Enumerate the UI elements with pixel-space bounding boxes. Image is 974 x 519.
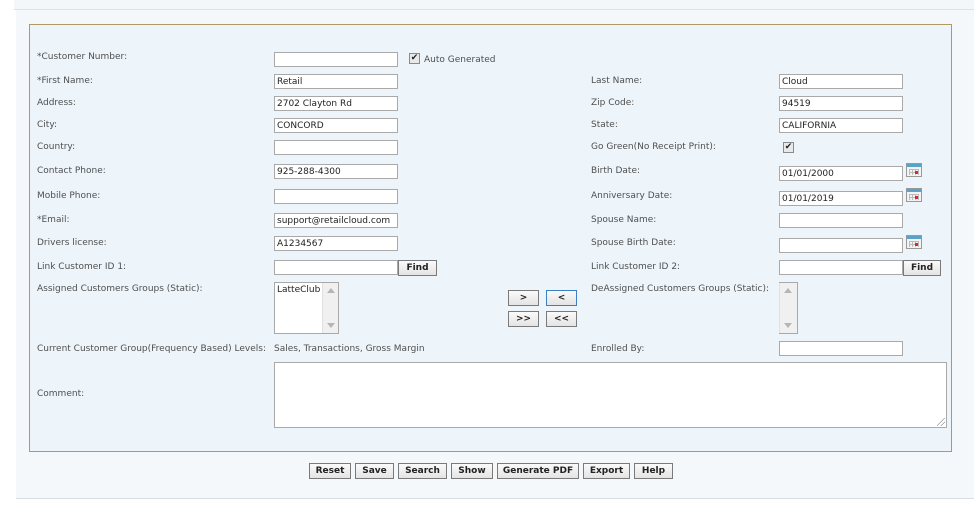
spouse-birth-date-calendar-icon[interactable]: [906, 235, 922, 249]
spouse-birth-date-label: Spouse Birth Date:: [591, 238, 676, 248]
last-name-input[interactable]: Cloud: [779, 74, 903, 89]
comment-textarea[interactable]: [274, 362, 947, 428]
search-button[interactable]: Search: [398, 463, 447, 479]
spouse-name-input[interactable]: [779, 213, 903, 228]
help-button[interactable]: Help: [634, 463, 673, 479]
link-customer-1-input[interactable]: [274, 260, 398, 275]
scroll-up-icon[interactable]: [784, 288, 792, 293]
state-label: State:: [591, 120, 618, 130]
country-label: Country:: [37, 142, 76, 152]
zip-code-label: Zip Code:: [591, 98, 635, 108]
drivers-license-label: Drivers license:: [37, 238, 107, 248]
unassign-one-button[interactable]: <: [546, 290, 577, 306]
assigned-groups-listbox[interactable]: LatteClub: [274, 282, 339, 334]
spouse-birth-date-input[interactable]: [779, 238, 903, 253]
save-button[interactable]: Save: [355, 463, 394, 479]
reset-button[interactable]: Reset: [309, 463, 351, 479]
go-green-checkbox[interactable]: ✔: [783, 142, 794, 153]
city-label: City:: [37, 120, 58, 130]
spouse-name-label: Spouse Name:: [591, 215, 657, 225]
city-input[interactable]: CONCORD: [274, 118, 398, 133]
anniversary-date-input[interactable]: 01/01/2019: [779, 191, 903, 206]
state-input[interactable]: CALIFORNIA: [779, 118, 903, 133]
customer-number-label: *Customer Number:: [37, 52, 128, 62]
enrolled-by-input[interactable]: [779, 341, 903, 356]
auto-generated-checkbox[interactable]: ✔: [409, 53, 420, 64]
deassigned-groups-scrollbar[interactable]: [779, 283, 797, 333]
assign-one-button[interactable]: >: [508, 290, 539, 306]
address-input[interactable]: 2702 Clayton Rd: [274, 96, 398, 111]
export-button[interactable]: Export: [583, 463, 630, 479]
anniversary-date-calendar-icon[interactable]: [906, 188, 922, 202]
email-label: *Email:: [37, 215, 70, 225]
unassign-all-button[interactable]: <<: [546, 311, 577, 327]
scroll-down-icon[interactable]: [784, 323, 792, 328]
auto-generated-label: Auto Generated: [424, 55, 496, 65]
contact-phone-input[interactable]: 925-288-4300: [274, 164, 398, 179]
customer-number-input[interactable]: [274, 52, 398, 67]
top-bar: [14, 0, 974, 10]
first-name-label: *First Name:: [37, 76, 93, 86]
first-name-input[interactable]: Retail: [274, 74, 398, 89]
show-button[interactable]: Show: [451, 463, 493, 479]
last-name-label: Last Name:: [591, 76, 643, 86]
birth-date-calendar-icon[interactable]: [906, 163, 922, 177]
country-input[interactable]: [274, 140, 398, 155]
scroll-down-icon[interactable]: [327, 323, 335, 328]
enrolled-by-label: Enrolled By:: [591, 344, 645, 354]
link-customer-1-find-button[interactable]: Find: [398, 260, 437, 276]
drivers-license-input[interactable]: A1234567: [274, 236, 398, 251]
email-input[interactable]: support@retailcloud.com: [274, 213, 398, 228]
assigned-group-option[interactable]: LatteClub: [277, 285, 320, 295]
scroll-up-icon[interactable]: [327, 288, 335, 293]
assign-all-button[interactable]: >>: [508, 311, 539, 327]
birth-date-label: Birth Date:: [591, 166, 641, 176]
comment-label: Comment:: [37, 389, 85, 399]
contact-phone-label: Contact Phone:: [37, 166, 106, 176]
current-group-label: Current Customer Group(Frequency Based) …: [37, 344, 266, 354]
mobile-phone-label: Mobile Phone:: [37, 191, 101, 201]
link-customer-2-find-button[interactable]: Find: [903, 260, 941, 276]
assigned-groups-label: Assigned Customers Groups (Static):: [37, 284, 203, 294]
generate-pdf-button[interactable]: Generate PDF: [497, 463, 579, 479]
assigned-groups-scrollbar[interactable]: [322, 283, 338, 333]
mobile-phone-input[interactable]: [274, 189, 398, 204]
resize-grip-icon[interactable]: [937, 418, 945, 426]
birth-date-input[interactable]: 01/01/2000: [779, 166, 903, 181]
current-group-value: Sales, Transactions, Gross Margin: [274, 344, 425, 354]
deassigned-groups-listbox[interactable]: [779, 282, 798, 334]
zip-code-input[interactable]: 94519: [779, 96, 903, 111]
deassigned-groups-label: DeAssigned Customers Groups (Static):: [591, 284, 770, 294]
link-customer-2-input[interactable]: [779, 260, 903, 275]
go-green-label: Go Green(No Receipt Print):: [591, 142, 716, 152]
anniversary-date-label: Anniversary Date:: [591, 191, 673, 201]
address-label: Address:: [37, 98, 76, 108]
link-customer-2-label: Link Customer ID 2:: [591, 262, 681, 272]
link-customer-1-label: Link Customer ID 1:: [37, 262, 127, 272]
